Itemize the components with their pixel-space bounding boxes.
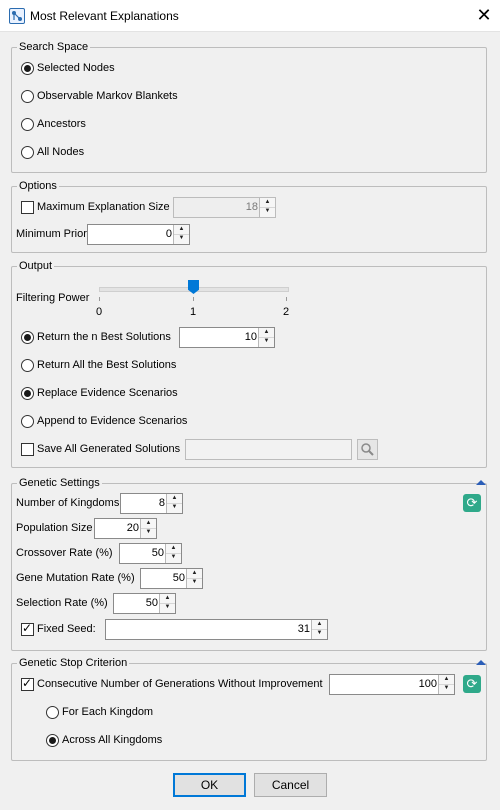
- radio-return-n-best[interactable]: [21, 331, 34, 344]
- slider-label-1: 1: [190, 306, 197, 318]
- label-all-nodes: All Nodes: [37, 146, 85, 158]
- max-explanation-size-value: 18: [245, 201, 258, 213]
- return-n-best-stepper[interactable]: 10 ▲ ▼: [179, 327, 275, 348]
- label-population-size: Population Size: [16, 522, 93, 534]
- stepper-down-icon[interactable]: ▼: [187, 578, 202, 587]
- label-ancestors: Ancestors: [37, 118, 86, 130]
- app-network-icon: [9, 8, 25, 24]
- radio-all-nodes[interactable]: [21, 146, 34, 159]
- search-space-title: Search Space: [17, 41, 91, 53]
- stepper-down-icon[interactable]: ▼: [439, 684, 454, 693]
- radio-return-all-best[interactable]: [21, 359, 34, 372]
- minimum-prior-stepper[interactable]: 0 ▲ ▼: [87, 224, 190, 245]
- browse-button[interactable]: [357, 439, 378, 460]
- checkbox-max-explanation-size[interactable]: [21, 201, 34, 214]
- label-minimum-prior: Minimum Prior: [16, 228, 87, 240]
- window-title: Most Relevant Explanations: [30, 9, 179, 23]
- gene-mutation-rate-value: 50: [172, 572, 185, 584]
- slider-tick: [193, 297, 194, 301]
- title-bar: Most Relevant Explanations ✕: [0, 0, 500, 32]
- radio-across-all-kingdoms[interactable]: [46, 734, 59, 747]
- radio-append-evidence[interactable]: [21, 415, 34, 428]
- selection-rate-stepper[interactable]: 50 ▲ ▼: [113, 593, 176, 614]
- crossover-rate-stepper[interactable]: 50 ▲ ▼: [119, 543, 182, 564]
- stepper-down-icon[interactable]: ▼: [174, 234, 189, 243]
- options-title: Options: [17, 180, 59, 192]
- label-across-all-kingdoms: Across All Kingdoms: [62, 734, 163, 746]
- label-replace-evidence: Replace Evidence Scenarios: [37, 387, 178, 399]
- genetic-stop-title: Genetic Stop Criterion: [17, 657, 130, 669]
- radio-for-each-kingdom[interactable]: [46, 706, 59, 719]
- radio-selected-nodes[interactable]: [21, 62, 34, 75]
- gene-mutation-rate-stepper[interactable]: 50 ▲ ▼: [140, 568, 203, 589]
- crossover-rate-value: 50: [151, 547, 164, 559]
- stepper-down-icon[interactable]: ▼: [167, 503, 182, 512]
- label-consecutive-generations: Consecutive Number of Generations Withou…: [37, 678, 323, 690]
- selection-rate-value: 50: [145, 597, 158, 609]
- slider-label-2: 2: [283, 306, 290, 318]
- stepper-down-icon[interactable]: ▼: [312, 629, 327, 638]
- stepper-down-icon[interactable]: ▼: [259, 337, 274, 346]
- label-append-evidence: Append to Evidence Scenarios: [37, 415, 188, 427]
- label-return-n-best: Return the n Best Solutions: [37, 331, 171, 343]
- checkbox-consecutive-generations[interactable]: [21, 676, 34, 691]
- checkbox-fixed-seed[interactable]: [21, 621, 34, 636]
- label-filtering-power: Filtering Power: [16, 292, 90, 304]
- save-path-field[interactable]: [185, 439, 352, 460]
- label-gene-mutation-rate: Gene Mutation Rate (%): [16, 572, 135, 584]
- fixed-seed-value: 31: [297, 623, 310, 635]
- label-number-of-kingdoms: Number of Kingdoms: [16, 497, 120, 509]
- genetic-settings-title: Genetic Settings: [17, 477, 102, 489]
- radio-ancestors[interactable]: [21, 118, 34, 131]
- label-save-all-solutions: Save All Generated Solutions: [37, 443, 181, 455]
- slider-label-0: 0: [96, 306, 103, 318]
- ok-button[interactable]: OK: [173, 773, 246, 797]
- output-title: Output: [17, 260, 55, 272]
- stepper-down-icon[interactable]: ▼: [160, 603, 175, 612]
- refresh-icon[interactable]: ⟳: [463, 675, 481, 693]
- collapse-arrow-icon[interactable]: [476, 480, 486, 485]
- collapse-arrow-icon[interactable]: [476, 660, 486, 665]
- label-selected-nodes: Selected Nodes: [37, 62, 115, 74]
- label-fixed-seed: Fixed Seed:: [37, 623, 96, 635]
- label-selection-rate: Selection Rate (%): [16, 597, 108, 609]
- population-size-value: 20: [126, 522, 139, 534]
- number-of-kingdoms-stepper[interactable]: 8 ▲ ▼: [120, 493, 183, 514]
- stepper-down-icon[interactable]: ▼: [166, 553, 181, 562]
- population-size-stepper[interactable]: 20 ▲ ▼: [94, 518, 157, 539]
- checkbox-save-all-solutions[interactable]: [21, 443, 34, 456]
- consecutive-generations-stepper[interactable]: 100 ▲ ▼: [329, 674, 455, 695]
- magnifier-icon: [361, 443, 374, 456]
- stepper-down-icon[interactable]: ▼: [260, 207, 275, 216]
- minimum-prior-value: 0: [165, 228, 172, 240]
- radio-observable-markov-blankets[interactable]: [21, 90, 34, 103]
- number-of-kingdoms-value: 8: [158, 497, 165, 509]
- fixed-seed-stepper[interactable]: 31 ▲ ▼: [105, 619, 328, 640]
- return-n-best-value: 10: [244, 331, 257, 343]
- slider-tick: [99, 297, 100, 301]
- label-max-explanation-size: Maximum Explanation Size: [37, 201, 170, 213]
- max-explanation-size-stepper[interactable]: 18 ▲ ▼: [173, 197, 276, 218]
- radio-replace-evidence[interactable]: [21, 387, 34, 400]
- refresh-icon[interactable]: ⟳: [463, 494, 481, 512]
- label-crossover-rate: Crossover Rate (%): [16, 547, 113, 559]
- consecutive-generations-value: 100: [418, 678, 437, 690]
- label-for-each-kingdom: For Each Kingdom: [62, 706, 154, 718]
- label-observable-markov-blankets: Observable Markov Blankets: [37, 90, 178, 102]
- close-icon[interactable]: ✕: [470, 3, 498, 27]
- cancel-button[interactable]: Cancel: [254, 773, 327, 797]
- stepper-down-icon[interactable]: ▼: [141, 528, 156, 537]
- slider-tick: [286, 297, 287, 301]
- label-return-all-best: Return All the Best Solutions: [37, 359, 177, 371]
